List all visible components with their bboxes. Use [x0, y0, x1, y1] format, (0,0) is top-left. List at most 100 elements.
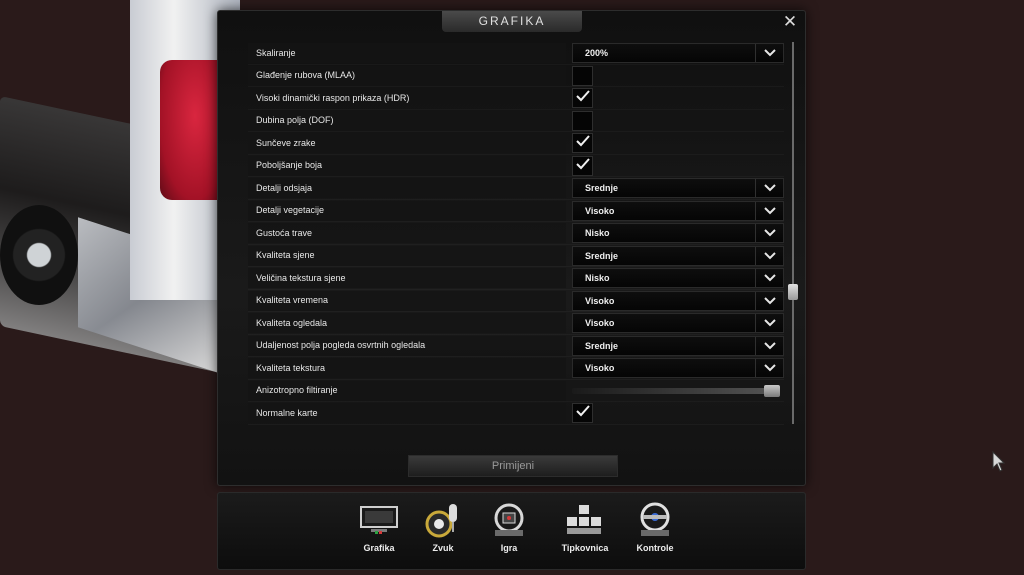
setting-dropdown[interactable]: 200%: [572, 43, 784, 63]
setting-row: Anizotropno filtiranje: [248, 380, 784, 403]
setting-row: Normalne karte: [248, 402, 784, 425]
close-icon: ✕: [782, 12, 798, 31]
setting-label: Kvaliteta tekstura: [256, 362, 326, 373]
mouse-cursor-icon: [992, 451, 1006, 472]
nav-label: Grafika: [363, 543, 395, 553]
nav-label: Tipkovnica: [561, 543, 609, 553]
nav-grafika[interactable]: Grafika: [344, 501, 414, 561]
dropdown-value: 200%: [585, 48, 609, 58]
checkmark-icon: [575, 89, 590, 107]
setting-dropdown[interactable]: Srednje: [572, 178, 784, 198]
setting-label: Anizotropno filtiranje: [256, 385, 338, 396]
setting-dropdown[interactable]: Visoko: [572, 358, 784, 378]
keyboard-icon: [563, 501, 607, 539]
nav-kontrole[interactable]: Kontrole: [620, 501, 690, 561]
chevron-down-icon[interactable]: [755, 314, 783, 332]
setting-label: Udaljenost polja pogleda osvrtnih ogleda…: [256, 340, 426, 351]
chevron-down-icon[interactable]: [755, 44, 783, 62]
chevron-down-icon[interactable]: [755, 359, 783, 377]
chevron-down-icon[interactable]: [755, 224, 783, 242]
setting-dropdown[interactable]: Srednje: [572, 245, 784, 266]
setting-row: Detalji odsjaja Srednje: [248, 177, 784, 200]
checkmark-icon: [575, 404, 590, 422]
setting-label: Glađenje rubova (MLAA): [256, 70, 356, 81]
scrollbar[interactable]: [788, 42, 798, 424]
steering-wheel-icon: [487, 501, 531, 539]
setting-label: Kvaliteta vremena: [256, 295, 329, 306]
dropdown-value: Srednje: [585, 183, 619, 193]
setting-row: Detalji vegetacije Visoko: [248, 200, 784, 223]
setting-slider[interactable]: [572, 384, 780, 397]
setting-checkbox[interactable]: [572, 403, 593, 423]
setting-dropdown[interactable]: Visoko: [572, 200, 784, 221]
setting-row: Kvaliteta tekstura Visoko: [248, 357, 784, 380]
speaker-icon: [421, 501, 465, 539]
setting-row: Poboljšanje boja: [248, 155, 784, 178]
setting-row: Gustoća trave Nisko: [248, 222, 784, 245]
setting-row: Kvaliteta ogledala Visoko: [248, 312, 784, 335]
setting-dropdown[interactable]: Nisko: [572, 223, 784, 243]
setting-label: Skaliranje: [256, 47, 296, 58]
window-title: GRAFIKA: [442, 11, 582, 32]
setting-row: Skaliranje 200%: [248, 42, 784, 65]
setting-row: Udaljenost polja pogleda osvrtnih ogleda…: [248, 335, 784, 358]
dropdown-value: Visoko: [585, 295, 615, 306]
scrollbar-thumb[interactable]: [788, 283, 798, 300]
chevron-down-icon[interactable]: [755, 269, 783, 287]
setting-label: Gustoća trave: [256, 227, 313, 238]
setting-label: Poboljšanje boja: [256, 160, 323, 171]
nav-label: Kontrole: [636, 543, 674, 553]
dropdown-value: Srednje: [585, 250, 619, 261]
chevron-down-icon[interactable]: [755, 336, 783, 355]
setting-label: Visoki dinamički raspon prikaza (HDR): [256, 92, 410, 103]
setting-row: Kvaliteta sjene Srednje: [248, 245, 784, 268]
setting-dropdown[interactable]: Visoko: [572, 313, 784, 333]
setting-checkbox[interactable]: [572, 65, 593, 86]
setting-label: Kvaliteta ogledala: [256, 317, 328, 328]
setting-row: Veličina tekstura sjene Nisko: [248, 267, 784, 290]
slider-handle[interactable]: [764, 384, 780, 397]
checkmark-icon: [575, 157, 590, 175]
setting-row-background: [248, 43, 566, 63]
chevron-down-icon[interactable]: [755, 179, 783, 197]
setting-checkbox[interactable]: [572, 88, 593, 108]
nav-label: Zvuk: [432, 543, 454, 553]
chevron-down-icon[interactable]: [755, 246, 783, 265]
controller-wheel-icon: [633, 501, 677, 539]
chevron-down-icon[interactable]: [755, 201, 783, 220]
nav-label: Igra: [500, 543, 518, 553]
nav-igra[interactable]: Igra: [474, 501, 544, 561]
setting-dropdown[interactable]: Srednje: [572, 335, 784, 356]
setting-label: Normalne karte: [256, 407, 318, 418]
monitor-icon: [357, 501, 401, 539]
dropdown-value: Nisko: [585, 228, 610, 238]
bottom-navigation: Grafika Zvuk Igra Tipkovnica Kontrole: [217, 492, 806, 570]
setting-checkbox[interactable]: [572, 155, 593, 176]
setting-dropdown[interactable]: Visoko: [572, 290, 784, 311]
apply-button[interactable]: Primijeni: [408, 455, 618, 477]
dropdown-value: Nisko: [585, 273, 610, 283]
setting-row: Dubina polja (DOF): [248, 110, 784, 133]
nav-tipkovnica[interactable]: Tipkovnica: [550, 501, 620, 561]
dropdown-value: Visoko: [585, 318, 615, 328]
dropdown-value: Srednje: [585, 340, 619, 351]
checkmark-icon: [575, 134, 590, 152]
setting-row: Visoki dinamički raspon prikaza (HDR): [248, 87, 784, 110]
dropdown-value: Visoko: [585, 205, 615, 216]
truck-wheel: [0, 205, 78, 305]
setting-checkbox[interactable]: [572, 110, 593, 131]
setting-checkbox[interactable]: [572, 133, 593, 153]
setting-row: Glađenje rubova (MLAA): [248, 65, 784, 88]
setting-label: Veličina tekstura sjene: [256, 272, 346, 283]
nav-zvuk[interactable]: Zvuk: [408, 501, 478, 561]
title-bar: GRAFIKA ✕: [218, 11, 805, 33]
setting-dropdown[interactable]: Nisko: [572, 268, 784, 288]
close-button[interactable]: ✕: [781, 13, 799, 31]
setting-row: Sunčeve zrake: [248, 132, 784, 155]
settings-list: Skaliranje 200% Glađenje rubova (MLAA) Viso…: [248, 42, 784, 425]
chevron-down-icon[interactable]: [755, 291, 783, 310]
setting-label: Detalji vegetacije: [256, 205, 325, 216]
setting-label: Sunčeve zrake: [256, 137, 316, 148]
graphics-settings-window: GRAFIKA ✕ Skaliranje 200% Glađenje rubova …: [217, 10, 806, 486]
setting-label: Detalji odsjaja: [256, 182, 313, 193]
